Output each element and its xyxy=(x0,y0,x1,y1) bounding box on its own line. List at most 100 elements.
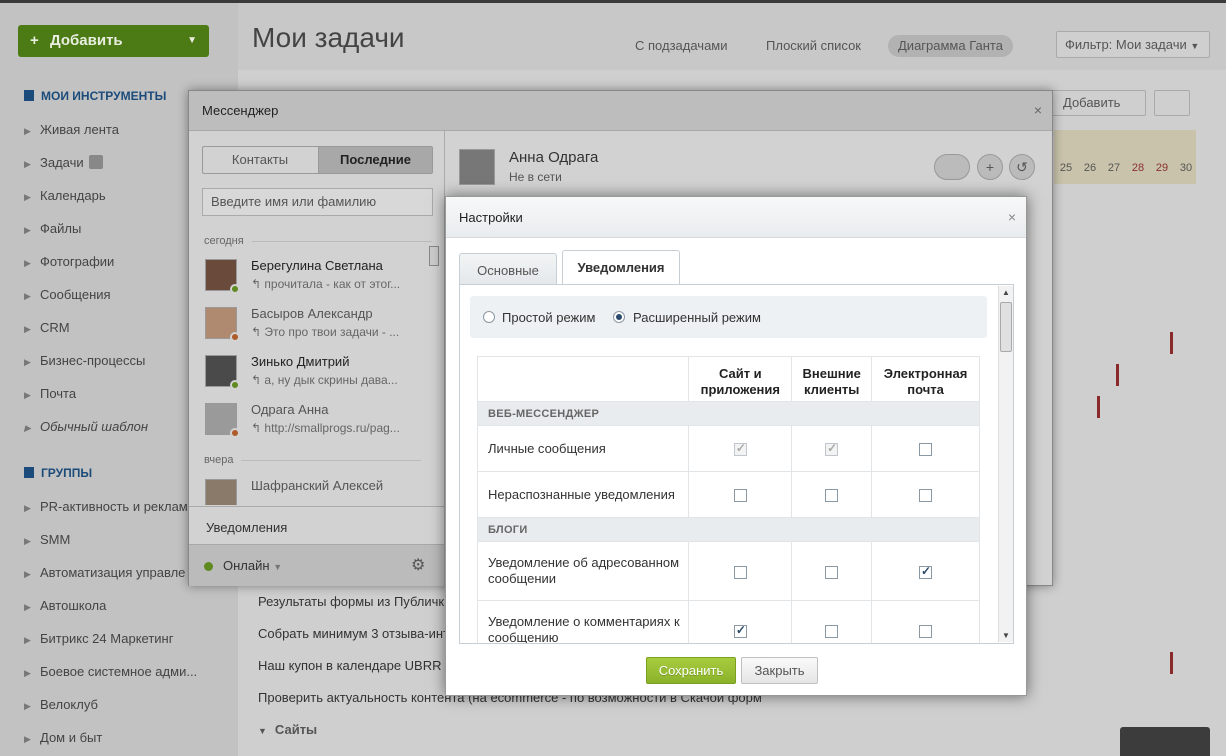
scroll-thumb[interactable] xyxy=(429,246,439,266)
simple-mode-label[interactable]: Простой режим xyxy=(502,310,595,325)
checkbox[interactable] xyxy=(919,564,933,579)
table-row: Уведомление о комментариях к сообщению xyxy=(476,600,980,643)
chevron-down-icon: ▼ xyxy=(1190,41,1200,51)
contact-item[interactable]: Зинько Дмитрий ↰ а, ну дык скрины дава..… xyxy=(202,351,430,399)
notifications-link[interactable]: Уведомления xyxy=(206,520,287,535)
sidebar-group-item[interactable]: ▶ SMM xyxy=(24,530,197,563)
sidebar-group-item[interactable]: ▶ Велоклуб xyxy=(24,695,197,728)
add-task-button[interactable]: Добавить задачу xyxy=(1050,90,1146,116)
checkbox[interactable] xyxy=(825,489,839,503)
checkbox[interactable] xyxy=(919,624,933,638)
scroll-down-icon[interactable]: ▼ xyxy=(1002,631,1010,640)
sidebar-item-mail[interactable]: ▶ Почта xyxy=(24,384,148,417)
sidebar-item-messages[interactable]: ▶ Сообщения xyxy=(24,285,148,318)
sidebar-item-bizproc[interactable]: ▶ Бизнес-процессы xyxy=(24,351,148,384)
save-button[interactable]: Сохранить xyxy=(646,657,736,684)
contacts-scrollbar[interactable] xyxy=(427,244,441,504)
scroll-thumb[interactable] xyxy=(1000,302,1012,352)
group-header: ВЕБ-МЕССЕНДЖЕР xyxy=(477,401,980,426)
contact-item[interactable]: Берегулина Светлана ↰ прочитала - как от… xyxy=(202,255,430,303)
tab-gantt[interactable]: Диаграмма Ганта xyxy=(888,35,1013,57)
reply-icon: ↰ xyxy=(251,325,265,339)
tools-section-title[interactable]: МОИ ИНСТРУМЕНТЫ xyxy=(24,89,166,103)
gantt-bar[interactable] xyxy=(1170,652,1173,674)
tools-list: ▶ Живая лента ▶ Задачи ▶ Календарь ▶ Файлы ▶… xyxy=(24,120,148,450)
sidebar-item-files[interactable]: ▶ Файлы xyxy=(24,219,148,252)
extended-mode-label[interactable]: Расширенный режим xyxy=(633,310,761,325)
video-call-icon[interactable] xyxy=(934,154,970,180)
contact-item[interactable]: Шафранский Алексей xyxy=(202,475,430,505)
add-button[interactable]: + Добавить ▼ xyxy=(18,25,209,57)
chevron-down-icon: ▼ xyxy=(273,562,283,572)
bottom-widget[interactable] xyxy=(1120,727,1210,756)
mode-selector: Простой режим Расширенный режим xyxy=(470,296,987,338)
contact-item[interactable]: Басыров Александр ↰ Это про твои задачи … xyxy=(202,303,430,351)
add-icon[interactable]: + xyxy=(977,154,1003,180)
history-icon[interactable]: ↺ xyxy=(1009,154,1035,180)
checkbox[interactable] xyxy=(733,623,747,638)
checkbox[interactable] xyxy=(919,489,933,503)
contact-search-input[interactable]: Введите имя или фамилию xyxy=(202,188,433,216)
avatar xyxy=(205,479,237,505)
groups-section-title[interactable]: ГРУППЫ xyxy=(24,466,92,480)
sidebar-item-live-feed[interactable]: ▶ Живая лента xyxy=(24,120,148,153)
sidebar-group-item[interactable]: ▶ Автошкола xyxy=(24,596,197,629)
column-header: Сайт и приложения xyxy=(688,356,793,402)
checkbox[interactable] xyxy=(919,443,933,457)
scroll-up-icon[interactable]: ▲ xyxy=(1002,288,1010,297)
column-header: Электронная почта xyxy=(871,356,980,402)
close-icon[interactable]: × xyxy=(1008,209,1016,225)
sidebar-item-photos[interactable]: ▶ Фотографии xyxy=(24,252,148,285)
status-bar: Онлайн ▼ ⚙ xyxy=(189,544,445,586)
sidebar-item-calendar[interactable]: ▶ Календарь xyxy=(24,186,148,219)
gantt-bar[interactable] xyxy=(1170,332,1173,354)
gantt-bar[interactable] xyxy=(1097,396,1100,418)
checkbox[interactable] xyxy=(825,624,839,638)
gear-icon[interactable]: ⚙ xyxy=(411,555,425,575)
tab-recent[interactable]: Последние xyxy=(318,147,432,173)
menu-icon[interactable] xyxy=(1154,90,1190,116)
close-button[interactable]: Закрыть xyxy=(741,657,818,684)
gantt-bar[interactable] xyxy=(1116,364,1119,386)
sidebar-group-item[interactable]: ▶ Битрикс 24 Маркетинг xyxy=(24,629,197,662)
group-header: БЛОГИ xyxy=(477,517,980,542)
task-group-row[interactable]: ▼ Сайты xyxy=(258,722,317,737)
extended-mode-radio[interactable] xyxy=(613,311,625,323)
filter-select[interactable]: Фильтр: Мои задачи ▼ xyxy=(1056,31,1210,58)
counter-badge xyxy=(88,155,103,169)
checkbox[interactable] xyxy=(733,441,747,457)
reply-icon: ↰ xyxy=(251,421,265,435)
sidebar-group-item[interactable]: ▶ Дом и быт xyxy=(24,728,197,756)
tab-subtasks[interactable]: С подзадачами xyxy=(635,35,728,57)
plus-icon: + xyxy=(30,32,39,49)
task-row[interactable]: Наш купон в календаре UBRR xyxy=(258,658,442,673)
sidebar-group-item[interactable]: ▶ PR-активность и реклама xyxy=(24,497,197,530)
sidebar-item-crm[interactable]: ▶ CRM xyxy=(24,318,148,351)
tab-basic[interactable]: Основные xyxy=(459,253,557,285)
messenger-title: Мессенджер xyxy=(189,91,1052,131)
task-row[interactable]: Результаты формы из Публички xyxy=(258,594,451,609)
tab-notifications[interactable]: Уведомления xyxy=(562,250,680,285)
column-header xyxy=(476,356,690,402)
sidebar-group-item[interactable]: ▶ Боевое системное адми... xyxy=(24,662,197,695)
gantt-day: 25 xyxy=(1059,162,1073,174)
close-icon[interactable]: × xyxy=(1034,102,1042,118)
date-separator: вчера xyxy=(204,454,421,466)
checkbox[interactable] xyxy=(733,489,747,503)
task-row[interactable]: Собрать минимум 3 отзыва-инте xyxy=(258,626,456,641)
sidebar-item-template[interactable]: ▶ Обычный шаблон xyxy=(24,417,148,450)
checkbox[interactable] xyxy=(825,441,839,457)
checkbox[interactable] xyxy=(825,565,839,579)
sidebar-group-item[interactable]: ▶ Автоматизация управле xyxy=(24,563,197,596)
checkbox[interactable] xyxy=(733,565,747,579)
avatar xyxy=(205,355,240,390)
tab-flat-list[interactable]: Плоский список xyxy=(766,35,861,57)
settings-title: Настройки xyxy=(446,197,1026,238)
settings-scrollbar[interactable]: ▲ ▼ xyxy=(998,286,1013,642)
tab-contacts[interactable]: Контакты xyxy=(203,147,317,173)
divider xyxy=(189,506,445,507)
status-select[interactable]: Онлайн ▼ xyxy=(223,558,282,573)
sidebar-item-tasks[interactable]: ▶ Задачи xyxy=(24,153,148,186)
simple-mode-radio[interactable] xyxy=(483,311,495,323)
contact-item[interactable]: Одрага Анна ↰ http://smallprogs.ru/pag..… xyxy=(202,399,430,447)
